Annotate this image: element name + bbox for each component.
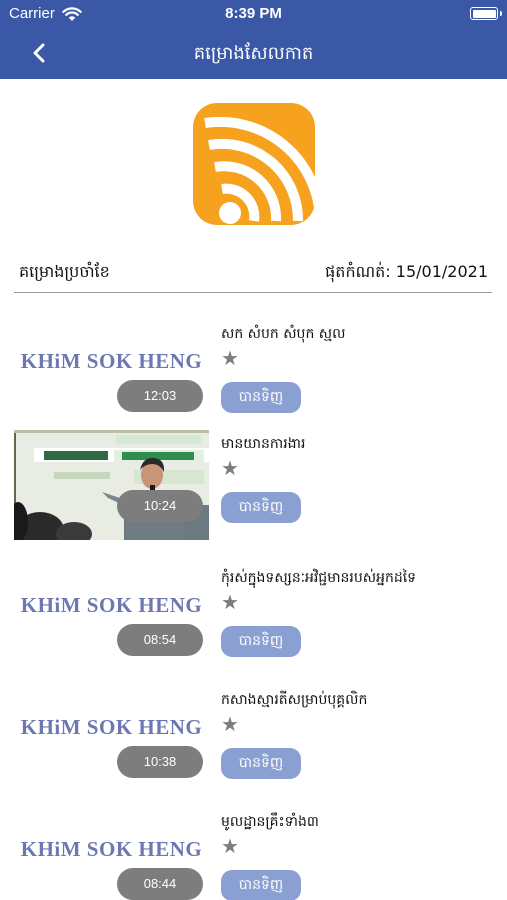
expiry-date: ផុតកំណត់: 15/01/2021 [325,262,488,281]
star-icon[interactable]: ★ [221,456,239,480]
duration-badge: 10:24 [117,490,203,522]
clock: 8:39 PM [225,5,282,22]
brand-text: KHiM SOK HENG [20,715,203,739]
purchased-button[interactable]: បានទិញ [221,492,301,523]
duration-badge: 08:44 [117,868,203,900]
purchased-button[interactable]: បានទិញ [221,870,301,900]
list-item[interactable]: KHiM SOK HENG 08:54 កុំរស់ក្នុងទស្សនៈអវិ… [0,564,507,682]
brand-text: KHiM SOK HENG [20,593,203,617]
episode-thumbnail[interactable]: KHiM SOK HENG 10:38 [14,686,209,796]
episode-title: មូលដ្ឋានគ្រឹះទាំង៣ [221,814,319,830]
duration-badge: 12:03 [117,380,203,412]
list-item[interactable]: KHiM SOK HENG 10:38 កសាងស្មារតីសម្រាប់បុ… [0,686,507,804]
episode-thumbnail[interactable]: KHiM SOK HENG 08:44 [14,808,209,900]
list-item[interactable]: KHiM SOK HENG 12:03 សក សំបក សំបុក ស្មល ★… [0,320,507,438]
duration-badge: 08:54 [117,624,203,656]
page-title: គម្រោងសែលកាត [193,43,314,64]
purchased-button[interactable]: បានទិញ [221,382,301,413]
list-item[interactable]: 10:24 មានយានការងារ ★ បានទិញ [0,430,507,548]
purchased-button[interactable]: បានទិញ [221,626,301,657]
episode-thumbnail[interactable]: 10:24 [14,430,209,540]
brand-text: KHiM SOK HENG [20,349,203,373]
speaker-photo [14,430,209,540]
duration-badge: 10:38 [117,746,203,778]
section-label: គម្រោងប្រចាំខែ [19,262,110,281]
episode-title: សក សំបក សំបុក ស្មល [221,326,346,342]
app-logo [193,103,315,225]
list-item[interactable]: KHiM SOK HENG 08:44 មូលដ្ឋានគ្រឹះទាំង៣ ★… [0,808,507,900]
battery-icon [470,7,502,20]
status-bar: Carrier 8:39 PM [0,0,507,28]
episode-title: កសាងស្មារតីសម្រាប់បុគ្គលិក [221,692,368,708]
episode-title: មានយានការងារ [221,436,306,452]
star-icon[interactable]: ★ [221,712,239,736]
brand-text: KHiM SOK HENG [20,837,203,861]
section-header: គម្រោងប្រចាំខែ ផុតកំណត់: 15/01/2021 [14,255,492,293]
purchased-button[interactable]: បានទិញ [221,748,301,779]
episode-thumbnail[interactable]: KHiM SOK HENG 12:03 [14,320,209,430]
star-icon[interactable]: ★ [221,834,239,858]
star-icon[interactable]: ★ [221,590,239,614]
episode-thumbnail[interactable]: KHiM SOK HENG 08:54 [14,564,209,674]
broadcast-waves-icon [204,116,315,224]
episode-title: កុំរស់ក្នុងទស្សនៈអវិជ្ជមានរបស់អ្នកដទៃ [221,570,417,586]
nav-bar: គម្រោងសែលកាត [0,28,507,79]
star-icon[interactable]: ★ [221,346,239,370]
